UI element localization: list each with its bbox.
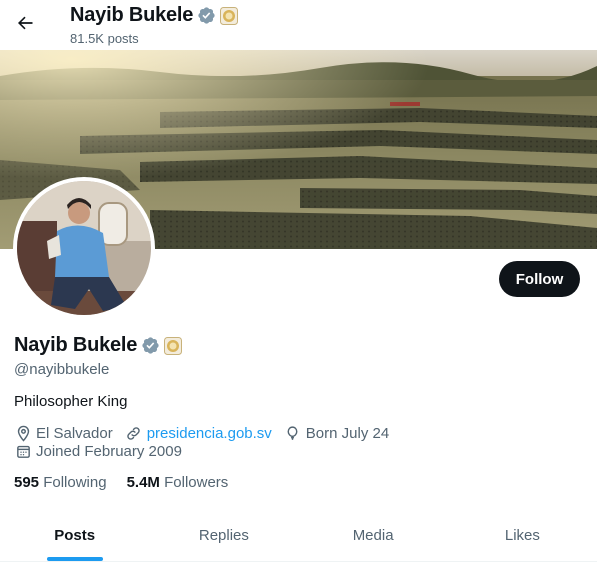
profile-name-row: Nayib Bukele bbox=[14, 334, 183, 357]
profile-meta: El Salvador presidencia.gob.sv Born July… bbox=[14, 424, 401, 442]
following-count: 595 bbox=[14, 474, 40, 491]
header-name: Nayib Bukele bbox=[70, 4, 194, 26]
birthday-item: Born July 24 bbox=[284, 424, 389, 442]
affiliate-badge-icon bbox=[220, 6, 239, 25]
location-text: El Salvador bbox=[36, 424, 113, 442]
tab-posts[interactable]: Posts bbox=[0, 509, 149, 561]
arrow-left-icon bbox=[18, 16, 33, 30]
header-post-count: 81.5K posts bbox=[70, 31, 139, 46]
followers-label: Followers bbox=[164, 474, 229, 491]
avatar-image bbox=[17, 181, 151, 315]
tab-replies[interactable]: Replies bbox=[149, 509, 298, 561]
profile-bio: Philosopher King bbox=[14, 393, 128, 410]
calendar-icon bbox=[14, 442, 32, 460]
affiliate-badge-icon[interactable] bbox=[164, 336, 183, 355]
location-pin-icon bbox=[14, 424, 32, 442]
tab-label: Likes bbox=[504, 526, 540, 544]
profile-meta-joined: Joined February 2009 bbox=[14, 442, 194, 460]
link-icon bbox=[125, 424, 143, 442]
top-bar: Nayib Bukele 81.5K posts bbox=[0, 0, 600, 50]
verified-badge-icon[interactable] bbox=[141, 336, 160, 355]
balloon-icon bbox=[284, 424, 302, 442]
profile-handle: @nayibbukele bbox=[14, 361, 110, 378]
followers-link[interactable]: 5.4M Followers bbox=[127, 474, 229, 491]
location-item: El Salvador bbox=[14, 424, 113, 442]
tab-label: Media bbox=[352, 526, 394, 544]
tab-likes[interactable]: Likes bbox=[448, 509, 597, 561]
tab-label: Replies bbox=[198, 526, 249, 544]
birthday-text: Born July 24 bbox=[305, 424, 390, 442]
follow-button[interactable]: Follow bbox=[499, 261, 580, 297]
joined-item: Joined February 2009 bbox=[14, 442, 182, 460]
joined-text: Joined February 2009 bbox=[36, 442, 182, 460]
website-link[interactable]: presidencia.gob.sv bbox=[147, 425, 272, 442]
verified-badge-icon bbox=[198, 7, 215, 24]
avatar[interactable] bbox=[13, 177, 155, 319]
profile-tabs: Posts Replies Media Likes bbox=[0, 509, 597, 562]
following-label: Following bbox=[43, 474, 107, 491]
followers-count: 5.4M bbox=[126, 474, 160, 491]
back-button[interactable] bbox=[10, 8, 40, 38]
follow-counts: 595 Following 5.4M Followers bbox=[14, 474, 248, 491]
tab-media[interactable]: Media bbox=[299, 509, 448, 561]
profile-name: Nayib Bukele bbox=[14, 334, 138, 356]
website-item[interactable]: presidencia.gob.sv bbox=[125, 424, 272, 442]
tab-label: Posts bbox=[54, 526, 96, 544]
header-name-row: Nayib Bukele bbox=[70, 4, 239, 27]
following-link[interactable]: 595 Following bbox=[14, 474, 107, 491]
